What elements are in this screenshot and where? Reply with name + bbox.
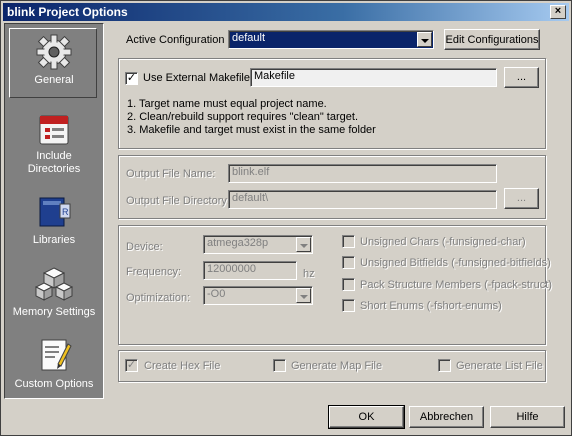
generate-map-file-checkbox[interactable] [273, 359, 286, 372]
sidebar-item-general[interactable]: General [5, 26, 103, 98]
device-label: Device: [126, 241, 163, 253]
sidebar-item-memory-settings[interactable]: Memory Settings [5, 258, 103, 326]
active-configuration-select[interactable]: default [228, 30, 434, 49]
sidebar-item-label-line2: Directories [27, 163, 81, 175]
custom-options-icon [34, 336, 74, 376]
optimization-label: Optimization: [126, 292, 191, 304]
device-select[interactable]: atmega328p [203, 235, 313, 254]
output-file-name-label: Output File Name: [126, 168, 216, 180]
output-file-directory-label: Output File Directory: [126, 195, 230, 207]
sidebar-item-custom-options[interactable]: Custom Options [5, 330, 103, 398]
device-value: atmega328p [207, 237, 269, 249]
sidebar-item-label-line1: Include [36, 150, 72, 162]
sidebar-item-label: Custom Options [14, 378, 94, 390]
output-directory-browse-button[interactable]: ... [504, 188, 539, 209]
project-options-dialog: blink Project Options × General Include … [0, 0, 572, 436]
svg-text:R: R [62, 207, 69, 217]
chevron-down-icon[interactable] [296, 288, 311, 303]
sidebar-item-label: Libraries [32, 234, 76, 246]
create-hex-file-label: Create Hex File [144, 360, 221, 372]
sidebar-item-label: Memory Settings [12, 306, 96, 318]
unsigned-bitfields-checkbox[interactable] [342, 256, 355, 269]
active-configuration-label: Active Configuration [126, 34, 225, 46]
sidebar-item-libraries[interactable]: R Libraries [5, 186, 103, 252]
note-line: 3. Makefile and target must exist in the… [127, 124, 376, 136]
short-enums-label: Short Enums (-fshort-enums) [360, 300, 502, 312]
frequency-label: Frequency: [126, 266, 182, 278]
gear-icon [34, 32, 74, 72]
memory-settings-icon [34, 264, 74, 304]
use-external-makefile-label: Use External Makefile [143, 72, 250, 84]
generate-list-file-checkbox[interactable] [438, 359, 451, 372]
close-button[interactable]: × [550, 5, 566, 19]
pack-structure-label: Pack Structure Members (-fpack-struct) [360, 279, 552, 291]
create-hex-file-checkbox[interactable]: ✓ [125, 359, 138, 372]
title-bar[interactable]: blink Project Options × [3, 3, 569, 21]
pack-structure-checkbox[interactable] [342, 278, 355, 291]
cancel-button[interactable]: Abbrechen [409, 406, 484, 428]
short-enums-checkbox[interactable] [342, 299, 355, 312]
unsigned-chars-label: Unsigned Chars (-funsigned-char) [360, 236, 526, 248]
active-configuration-value: default [232, 32, 266, 44]
include-directories-icon [36, 112, 72, 148]
chevron-down-icon[interactable] [417, 32, 432, 47]
generate-list-file-label: Generate List File [456, 360, 543, 372]
note-line: 2. Clean/rebuild support requires "clean… [127, 111, 358, 123]
note-line: 1. Target name must equal project name. [127, 98, 327, 110]
libraries-icon: R [34, 192, 74, 232]
optimization-select[interactable]: -O0 [203, 286, 313, 305]
edit-configurations-button[interactable]: Edit Configurations [444, 29, 540, 50]
unsigned-bitfields-label: Unsigned Bitfields (-funsigned-bitfields… [360, 257, 551, 269]
optimization-value: -O0 [207, 288, 226, 300]
makefile-field[interactable]: Makefile [250, 68, 497, 87]
frequency-unit: hz [303, 268, 315, 280]
use-external-makefile-checkbox[interactable]: ✓ [125, 72, 138, 85]
unsigned-chars-checkbox[interactable] [342, 235, 355, 248]
chevron-down-icon[interactable] [296, 237, 311, 252]
output-file-name-field[interactable]: blink.elf [228, 164, 497, 183]
output-file-directory-field[interactable]: default\ [228, 190, 497, 209]
ok-button[interactable]: OK [328, 405, 405, 429]
window-title: blink Project Options [7, 5, 128, 19]
sidebar-item-include-directories[interactable]: Include Directories [5, 106, 103, 176]
sidebar-item-label: General [34, 74, 74, 86]
sidebar: General Include Directories R Libraries … [4, 23, 104, 399]
generate-map-file-label: Generate Map File [291, 360, 383, 372]
help-button[interactable]: Hilfe [490, 406, 565, 428]
makefile-browse-button[interactable]: ... [504, 67, 539, 88]
frequency-field[interactable]: 12000000 [203, 261, 297, 280]
